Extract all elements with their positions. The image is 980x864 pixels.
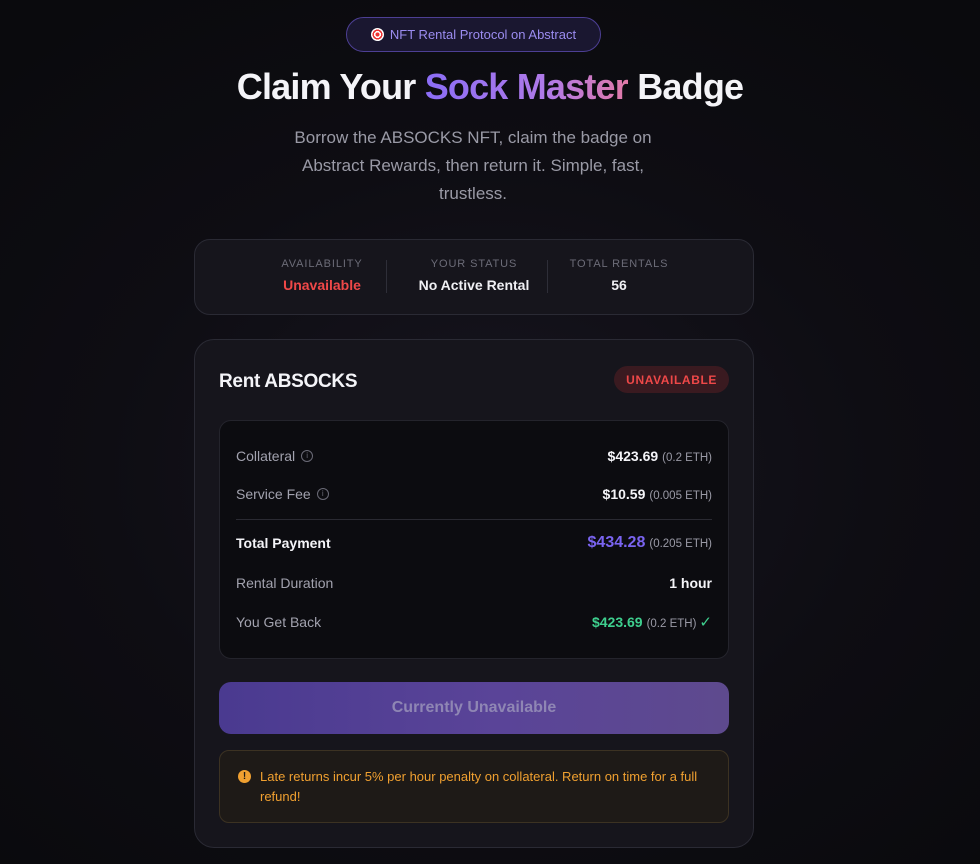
stat-label: TOTAL RENTALS (569, 258, 669, 270)
stat-value: 56 (611, 277, 627, 293)
late-return-warning: ! Late returns incur 5% per hour penalty… (219, 750, 729, 823)
page-title: Claim Your Sock Master Badge (0, 66, 980, 108)
title-prefix: Claim Your (236, 66, 417, 107)
stat-value: Unavailable (283, 277, 361, 293)
service-fee-usd: $10.59 (602, 486, 646, 502)
price-breakdown: Collateral i $423.69 (0.2 ETH) Service Fe… (219, 420, 729, 659)
service-fee-value: $10.59 (0.005 ETH) (603, 486, 712, 502)
total-payment-eth: (0.205 ETH) (649, 538, 712, 550)
service-fee-eth: (0.005 ETH) (649, 490, 712, 502)
stat-value: No Active Rental (418, 277, 530, 293)
stat-label: AVAILABILITY (281, 258, 363, 270)
collateral-label: Collateral (236, 448, 296, 464)
you-get-back-value: $423.69 (0.2 ETH) ✓ (592, 613, 712, 631)
row-collateral: Collateral i $423.69 (0.2 ETH) (236, 446, 712, 466)
title-suffix: Badge (637, 66, 744, 107)
title-highlight: Sock Master (424, 66, 629, 107)
collateral-eth: (0.2 ETH) (662, 452, 712, 464)
rental-duration-label: Rental Duration (236, 575, 334, 591)
collateral-usd: $423.69 (607, 448, 659, 464)
service-fee-label: Service Fee (236, 486, 311, 502)
you-get-back-eth: (0.2 ETH) (646, 618, 697, 630)
stat-your-status: YOUR STATUS No Active Rental (401, 258, 547, 293)
rent-card: Rent ABSOCKS UNAVAILABLE Collateral i $4… (194, 339, 754, 848)
protocol-pill: NFT Rental Protocol on Abstract (346, 17, 601, 52)
stat-availability: AVAILABILITY Unavailable (269, 258, 375, 293)
row-label: Collateral i (236, 448, 314, 464)
status-badge: UNAVAILABLE (614, 366, 729, 393)
row-you-get-back: You Get Back $423.69 (0.2 ETH) ✓ (236, 612, 712, 632)
rent-card-title: Rent ABSOCKS (219, 371, 358, 392)
warning-icon: ! (238, 770, 251, 783)
divider (547, 260, 548, 293)
total-payment-value: $434.28 (0.205 ETH) (588, 534, 712, 552)
divider (236, 519, 712, 520)
stat-label: YOUR STATUS (430, 258, 518, 270)
protocol-pill-label: NFT Rental Protocol on Abstract (389, 27, 577, 42)
collateral-value: $423.69 (0.2 ETH) (608, 448, 712, 464)
row-rental-duration: Rental Duration 1 hour (236, 573, 712, 593)
page-subtitle: Borrow the ABSOCKS NFT, claim the badge … (294, 128, 652, 203)
stats-bar: AVAILABILITY Unavailable YOUR STATUS No … (194, 239, 754, 315)
info-icon[interactable]: i (301, 450, 314, 462)
divider (386, 260, 387, 293)
target-icon (370, 28, 384, 41)
total-payment-usd: $434.28 (587, 534, 646, 551)
you-get-back-usd: $423.69 (591, 614, 643, 630)
row-label: Service Fee i (236, 486, 329, 502)
check-icon: ✓ (699, 614, 712, 631)
total-payment-label: Total Payment (236, 535, 331, 551)
rental-duration-value: 1 hour (669, 575, 712, 591)
stat-total-rentals: TOTAL RENTALS 56 (561, 258, 677, 293)
row-total-payment: Total Payment $434.28 (0.205 ETH) (236, 533, 712, 553)
row-service-fee: Service Fee i $10.59 (0.005 ETH) (236, 484, 712, 504)
info-icon[interactable]: i (316, 488, 329, 500)
warning-text: Late returns incur 5% per hour penalty o… (260, 769, 698, 804)
you-get-back-label: You Get Back (236, 614, 322, 630)
rent-button[interactable]: Currently Unavailable (219, 682, 729, 734)
